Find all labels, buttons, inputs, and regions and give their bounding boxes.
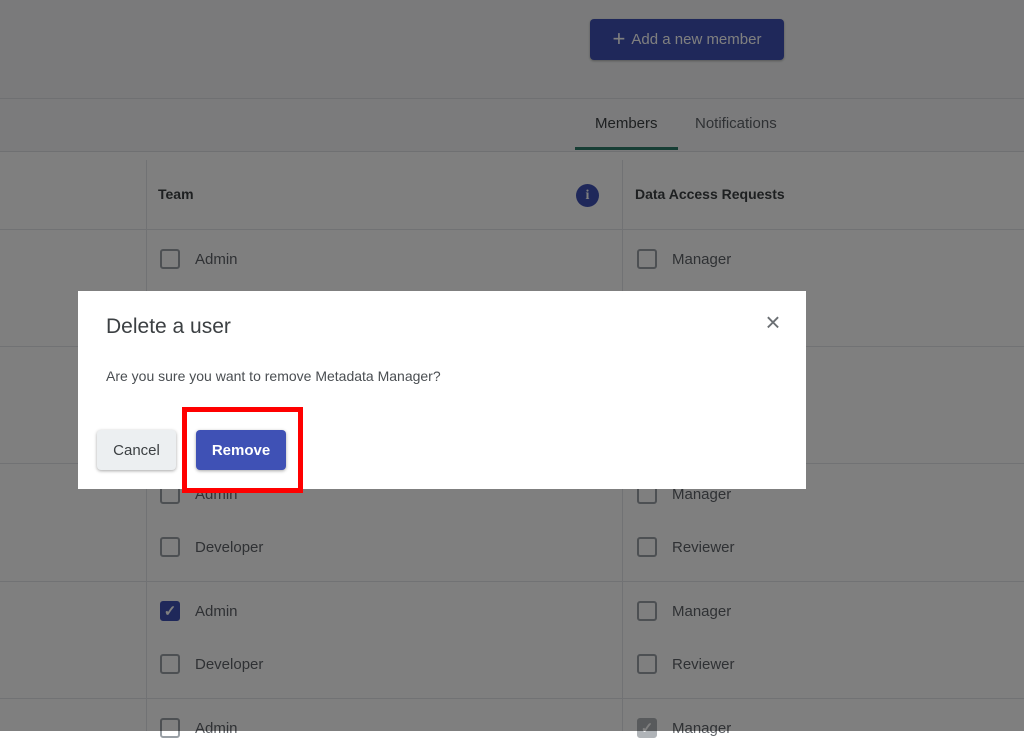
close-icon[interactable]: × [762, 309, 784, 335]
cancel-button[interactable]: Cancel [97, 430, 176, 470]
dialog-message: Are you sure you want to remove Metadata… [106, 368, 441, 384]
delete-user-dialog: Delete a user × Are you sure you want to… [78, 291, 806, 489]
remove-button[interactable]: Remove [196, 430, 286, 470]
dialog-title: Delete a user [106, 315, 231, 338]
